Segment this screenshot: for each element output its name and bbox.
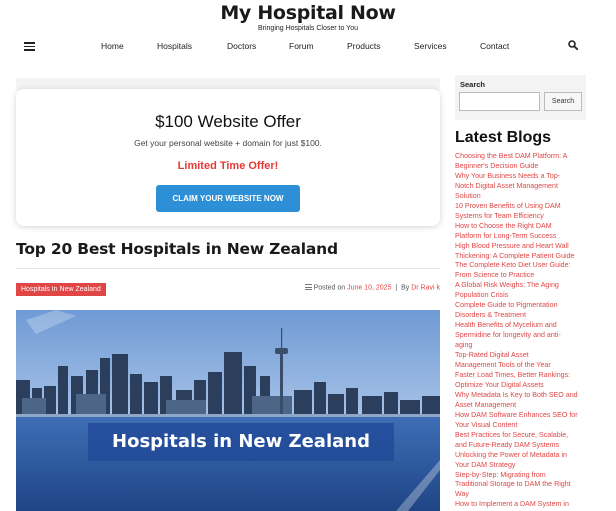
nav-item-home[interactable]: Home	[101, 41, 124, 51]
post-date[interactable]: June 10, 2025	[347, 285, 391, 292]
blog-link[interactable]: Beginner's Decision Guide	[455, 162, 586, 172]
hamburger-icon[interactable]	[24, 42, 35, 51]
featured-image: Hospitals in New Zealand	[16, 310, 440, 511]
posted-on-label: Posted on	[313, 284, 346, 292]
blog-link[interactable]: Systems for Team Efficiency	[455, 212, 586, 222]
latest-blogs-title: Latest Blogs	[455, 129, 552, 146]
offer-subtitle: Get your personal website + domain for j…	[134, 138, 322, 148]
search-icon[interactable]	[568, 40, 578, 50]
blog-link[interactable]: How to Choose the Right DAM	[455, 222, 586, 232]
nav-item-forum[interactable]: Forum	[289, 41, 314, 51]
claim-website-button[interactable]: CLAIM YOUR WEBSITE NOW	[156, 185, 300, 212]
blog-link[interactable]: Population Crisis	[455, 291, 586, 301]
blog-link[interactable]: Your Visual Content	[455, 421, 586, 431]
search-label: Search	[460, 80, 486, 89]
blog-link[interactable]: Asset Management	[455, 401, 586, 411]
blog-link[interactable]: Traditional Storage to DAM the Right	[455, 480, 586, 490]
title-divider	[16, 268, 440, 269]
category-tag[interactable]: Hospitals In New Zealand	[16, 283, 106, 296]
blog-link[interactable]: Complete Guide to Pigmentation	[455, 301, 586, 311]
nav-item-contact[interactable]: Contact	[480, 41, 509, 51]
blog-link[interactable]: 10 Proven Benefits of Using DAM	[455, 202, 586, 212]
blog-link[interactable]: and Future-Ready DAM Systems	[455, 441, 586, 451]
blog-link[interactable]: Notch Digital Asset Management	[455, 182, 586, 192]
blog-link[interactable]: Spermidine for longevity and anti-	[455, 331, 586, 341]
blog-link[interactable]: A Global Risk Weighs: The Aging	[455, 281, 586, 291]
blog-link[interactable]: The Complete Keto Diet User Guide:	[455, 261, 586, 271]
blog-link[interactable]: Why Metadata Is Key to Both SEO and	[455, 391, 586, 401]
blog-link[interactable]: Way	[455, 490, 586, 500]
latest-blogs-list: Choosing the Best DAM Platform: A Beginne…	[455, 152, 586, 510]
site-tagline: Bringing Hospitals Closer to You	[257, 25, 358, 32]
blog-link[interactable]: Unlocking the Power of Metadata in	[455, 451, 586, 461]
image-caption: Hospitals in New Zealand	[88, 423, 394, 461]
site-title[interactable]: My Hospital Now	[0, 2, 616, 24]
sidebar-search-input[interactable]	[459, 92, 540, 111]
nav-item-services[interactable]: Services	[414, 41, 447, 51]
nav-item-products[interactable]: Products	[347, 41, 381, 51]
blog-link[interactable]: How to Implement a DAM System in	[455, 500, 586, 510]
blog-link[interactable]: Your DAM Strategy	[455, 461, 586, 471]
blog-link[interactable]: Top-Rated Digital Asset	[455, 351, 586, 361]
blog-link[interactable]: Solution	[455, 192, 586, 202]
list-icon	[304, 284, 312, 292]
sidebar-search-button[interactable]: Search	[544, 92, 582, 111]
nav-item-doctors[interactable]: Doctors	[227, 41, 256, 51]
blog-link[interactable]: Choosing the Best DAM Platform: A	[455, 152, 586, 162]
blog-link[interactable]: High Blood Pressure and Heart Wall	[455, 242, 586, 252]
main-nav: Home Hospitals Doctors Forum Products Se…	[16, 36, 586, 58]
blog-link[interactable]: From Science to Practice	[455, 271, 586, 281]
blog-link[interactable]: Thickening: A Complete Patient Guide	[455, 252, 586, 262]
article-title: Top 20 Best Hospitals in New Zealand	[16, 240, 338, 258]
blog-link[interactable]: Step-by-Step: Migrating from	[455, 471, 586, 481]
blog-link[interactable]: Platform for Long-Term Success	[455, 232, 586, 242]
blog-link[interactable]: How DAM Software Enhances SEO for	[455, 411, 586, 421]
blog-link[interactable]: Optimize Your Digital Assets	[455, 381, 586, 391]
blog-link[interactable]: aging	[455, 341, 586, 351]
by-label: By	[401, 284, 410, 292]
search-panel: Search Search	[455, 75, 586, 120]
blog-link[interactable]: Faster Load Times, Better Rankings:	[455, 371, 586, 381]
city-skyline-image	[16, 310, 440, 511]
blog-link[interactable]: Health Benefits of Mycelium and	[455, 321, 586, 331]
offer-card: $100 Website Offer Get your personal web…	[16, 89, 440, 226]
blog-link[interactable]: Disorders & Treatment	[455, 311, 586, 321]
offer-limited-text: Limited Time Offer!	[177, 160, 279, 172]
post-author[interactable]: Dr Ravi k	[411, 285, 440, 292]
post-meta: Posted on June 10, 2025 | By Dr Ravi k	[304, 284, 440, 292]
blog-link[interactable]: Why Your Business Needs a Top-	[455, 172, 586, 182]
offer-title: $100 Website Offer	[155, 112, 301, 131]
blog-link[interactable]: Management Tools of the Year	[455, 361, 586, 371]
nav-item-hospitals[interactable]: Hospitals	[157, 41, 192, 51]
blog-link[interactable]: Best Practices for Secure, Scalable,	[455, 431, 586, 441]
